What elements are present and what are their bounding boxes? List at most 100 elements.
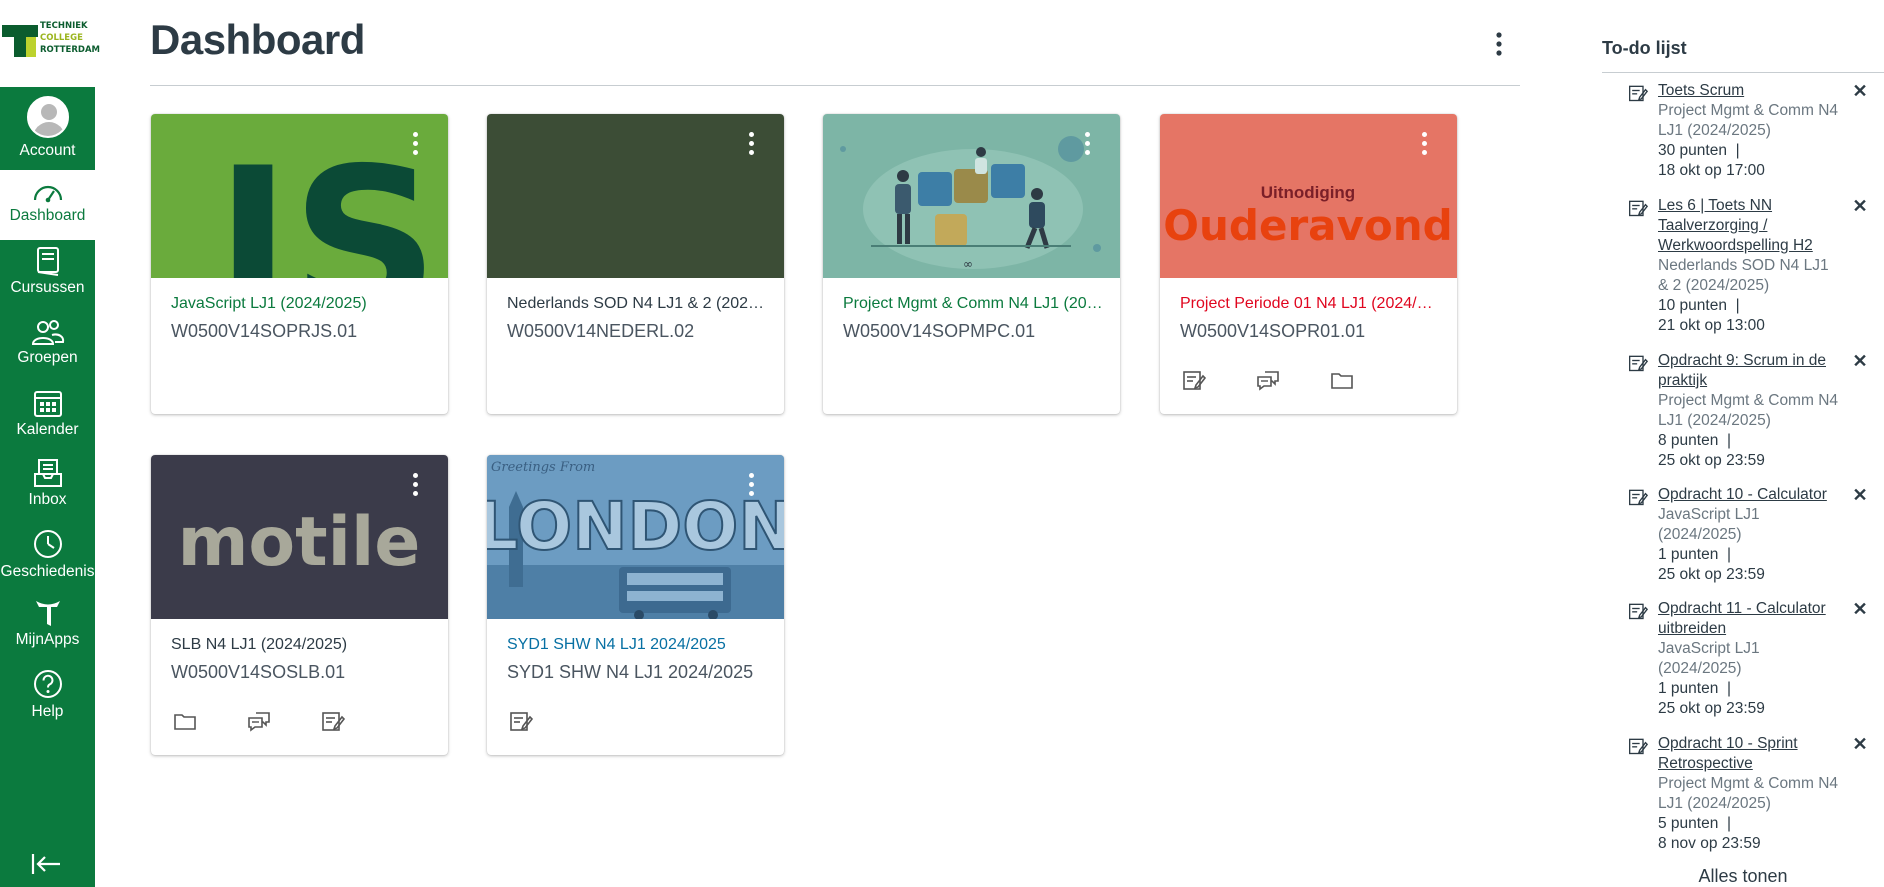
logo-line-2: COLLEGE	[40, 33, 83, 43]
nav-groups[interactable]: Groepen	[0, 318, 95, 384]
course-card-code: W0500V14SOPR01.01	[1180, 321, 1366, 341]
card-options-icon[interactable]	[410, 132, 420, 162]
nav-courses-label: Cursussen	[10, 279, 85, 296]
todo-item-link[interactable]: Opdracht 10 - Calculator	[1658, 485, 1848, 505]
nav-dashboard-label: Dashboard	[9, 207, 86, 224]
nav-calendar-label: Kalender	[16, 421, 79, 438]
nav-help[interactable]: Help	[0, 668, 95, 734]
todo-item-body: Opdracht 11 - Calculator uitbreiden Java…	[1658, 599, 1838, 719]
todo-item-separator: |	[1735, 142, 1740, 159]
avatar	[26, 96, 69, 138]
course-card[interactable]: JS JavaScript LJ1 (2024/2025) W0500V14SO…	[151, 114, 448, 414]
nav-history[interactable]: Geschiedenis	[0, 528, 95, 594]
todo-item-link[interactable]: Opdracht 9: Scrum in de praktijk	[1658, 351, 1838, 391]
college-logo[interactable]: TECHNIEK COLLEGE ROTTERDAM	[0, 0, 100, 87]
card-options-icon[interactable]	[746, 132, 756, 162]
todo-item-course: JavaScript LJ1 (2024/2025)	[1658, 506, 1760, 543]
nav-inbox[interactable]: Inbox	[0, 458, 95, 524]
course-card-hero[interactable]: motile	[151, 455, 448, 619]
close-icon[interactable]: ✕	[1852, 197, 1868, 215]
dashboard-main: Dashboard JS JavaScript LJ1 (2024/2025) …	[150, 0, 1520, 887]
todo-item-points: 5 punten	[1658, 815, 1719, 832]
course-card-hero[interactable]: Greetings From LONDON	[487, 455, 784, 619]
nav-dashboard[interactable]: Dashboard	[0, 170, 95, 240]
todo-item-body: Opdracht 10 - Sprint Retrospective Proje…	[1658, 734, 1838, 854]
todo-item-separator: |	[1726, 546, 1731, 563]
ouderavond-hero-image: Uitnodiging Ouderavond	[1163, 183, 1452, 250]
todo-item-due: 25 okt op 23:59	[1658, 452, 1765, 469]
svg-text:Ouderavond: Ouderavond	[1163, 201, 1452, 250]
dashboard-options-icon[interactable]	[1493, 30, 1505, 60]
calendar-icon	[33, 391, 62, 417]
assignment-icon	[1629, 738, 1648, 755]
course-card-hero[interactable]: JS	[151, 114, 448, 278]
collapse-nav-icon[interactable]	[30, 852, 62, 876]
discussions-icon[interactable]	[1256, 368, 1280, 392]
nav-help-label: Help	[31, 703, 64, 720]
course-card[interactable]: motile SLB N4 LJ1 (2024/2025) W0500V14SO…	[151, 455, 448, 755]
apps-icon	[35, 601, 60, 626]
discussions-icon[interactable]	[247, 709, 271, 733]
nav-apps[interactable]: MijnApps	[0, 598, 95, 664]
page-title: Dashboard	[150, 16, 365, 63]
todo-divider	[1602, 72, 1884, 73]
nav-calendar[interactable]: Kalender	[0, 388, 95, 454]
nav-account[interactable]: Account	[0, 96, 95, 168]
london-hero-image: Greetings From LONDON	[487, 455, 784, 619]
nav-groups-label: Groepen	[17, 349, 78, 366]
close-icon[interactable]: ✕	[1852, 600, 1868, 618]
close-icon[interactable]: ✕	[1852, 735, 1868, 753]
course-card-title[interactable]: SYD1 SHW N4 LJ1 2024/2025	[507, 636, 767, 654]
svg-text:Uitnodiging: Uitnodiging	[1261, 183, 1355, 202]
svg-text:Greetings From: Greetings From	[491, 460, 595, 475]
course-card-title[interactable]: Nederlands SOD N4 LJ1 & 2 (2024/2025)	[507, 295, 767, 313]
assignment-icon	[1629, 200, 1648, 217]
todo-item-points-row: 5 punten |	[1658, 814, 1838, 834]
card-options-icon[interactable]	[410, 473, 420, 503]
todo-item-body: Opdracht 10 - Calculator JavaScript LJ1 …	[1658, 485, 1848, 585]
course-card[interactable]: ∞ Project Mgmt & Comm N4 LJ1 (2024/2025)…	[823, 114, 1120, 414]
course-card-code: W0500V14SOPRJS.01	[171, 321, 358, 341]
todo-item-due: 25 okt op 23:59	[1658, 700, 1765, 717]
todo-item-link[interactable]: Les 6 | Toets NN Taalverzorging / Werkwo…	[1658, 196, 1838, 256]
assignments-icon[interactable]	[509, 709, 533, 733]
todo-item-course: Project Mgmt & Comm N4 LJ1 (2024/2025)	[1658, 775, 1839, 812]
todo-item-link[interactable]: Toets Scrum	[1658, 81, 1838, 101]
course-card-hero[interactable]: Uitnodiging Ouderavond	[1160, 114, 1457, 278]
show-all-link[interactable]: Alles tonen	[1602, 866, 1884, 887]
logo-line-1: TECHNIEK	[40, 21, 88, 31]
card-options-icon[interactable]	[746, 473, 756, 503]
header-divider	[150, 85, 1520, 86]
card-options-icon[interactable]	[1082, 132, 1092, 162]
js-hero-image: JS	[203, 125, 439, 278]
assignments-icon[interactable]	[1182, 368, 1206, 392]
course-card[interactable]: Uitnodiging Ouderavond Project Periode 0…	[1160, 114, 1457, 414]
close-icon[interactable]: ✕	[1852, 82, 1868, 100]
todo-item-course: JavaScript LJ1 (2024/2025)	[1658, 640, 1760, 677]
todo-item-points: 8 punten	[1658, 432, 1719, 449]
course-card-title[interactable]: SLB N4 LJ1 (2024/2025)	[171, 636, 431, 654]
logo-mark-stem	[14, 25, 26, 57]
course-card-hero[interactable]	[487, 114, 784, 278]
svg-text:JS: JS	[203, 125, 439, 278]
svg-text:∞: ∞	[963, 257, 973, 271]
card-options-icon[interactable]	[1419, 132, 1429, 162]
course-card[interactable]: Greetings From LONDON SYD1 SHW N4 LJ1 20…	[487, 455, 784, 755]
todo-item-points: 10 punten	[1658, 297, 1727, 314]
course-card[interactable]: Nederlands SOD N4 LJ1 & 2 (2024/2025) W0…	[487, 114, 784, 414]
course-card-title[interactable]: Project Mgmt & Comm N4 LJ1 (2024/2025)	[843, 295, 1103, 313]
clock-icon	[33, 530, 62, 558]
nav-courses[interactable]: Cursussen	[0, 246, 95, 312]
files-icon[interactable]	[173, 709, 197, 733]
files-icon[interactable]	[1330, 368, 1354, 392]
svg-text:LONDON: LONDON	[487, 488, 784, 565]
close-icon[interactable]: ✕	[1852, 486, 1868, 504]
todo-item-link[interactable]: Opdracht 11 - Calculator uitbreiden	[1658, 599, 1838, 639]
course-card-title[interactable]: Project Periode 01 N4 LJ1 (2024/2025)	[1180, 295, 1440, 313]
course-card-title[interactable]: JavaScript LJ1 (2024/2025)	[171, 295, 431, 313]
assignments-icon[interactable]	[321, 709, 345, 733]
close-icon[interactable]: ✕	[1852, 352, 1868, 370]
course-card-hero[interactable]: ∞	[823, 114, 1120, 278]
todo-item-due: 18 okt op 17:00	[1658, 162, 1765, 179]
todo-item-link[interactable]: Opdracht 10 - Sprint Retrospective	[1658, 734, 1838, 774]
